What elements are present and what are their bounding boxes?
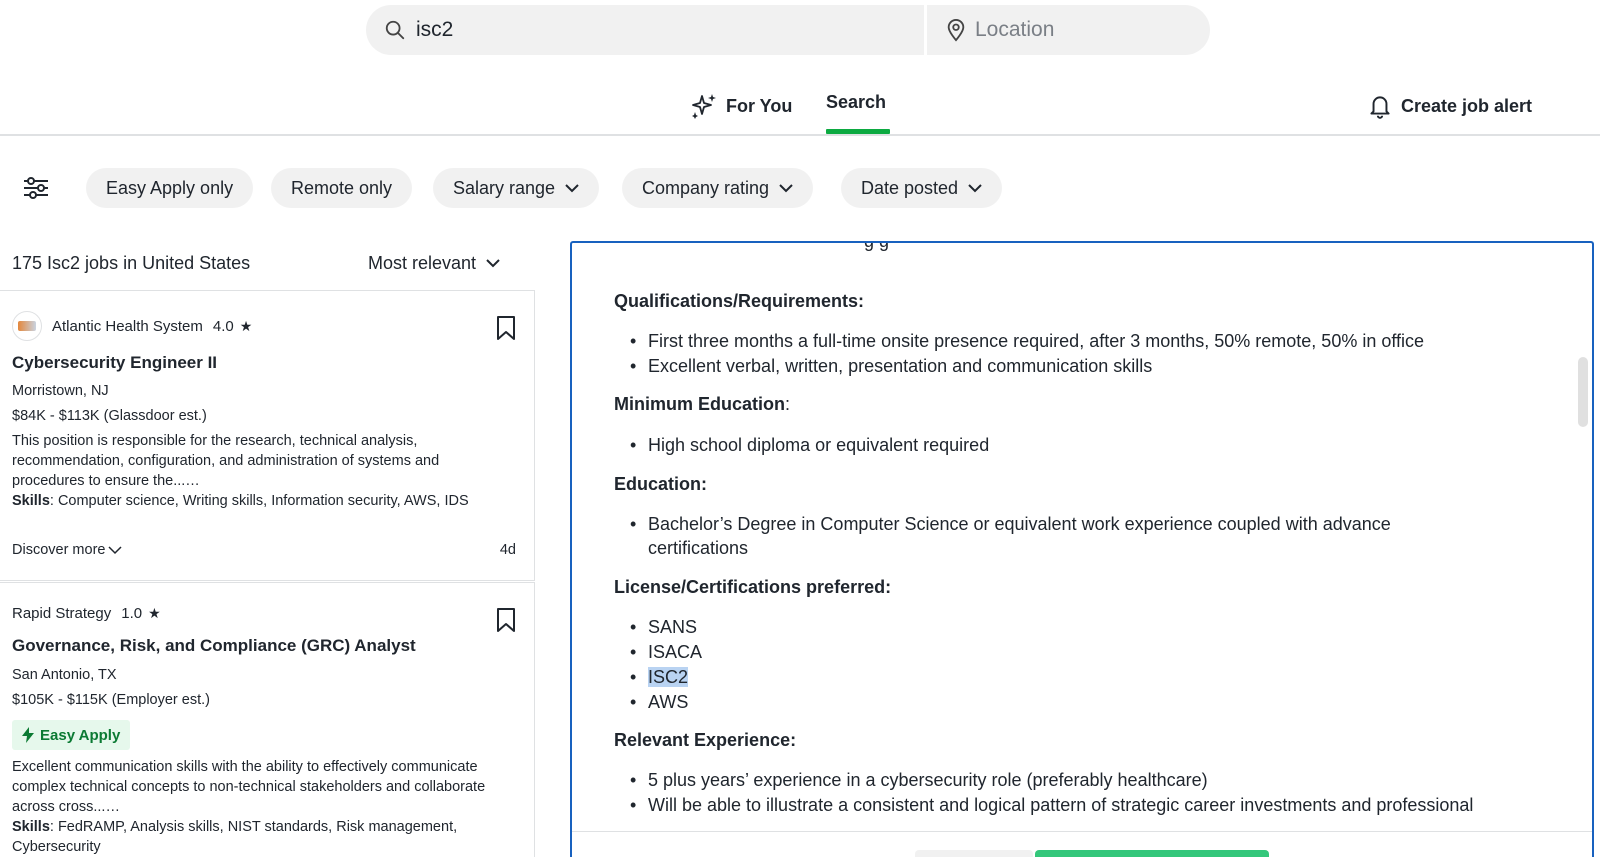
job-description: This position is responsible for the res… [12, 433, 440, 489]
chevron-down-icon [565, 183, 579, 192]
search-icon [385, 20, 405, 40]
education-heading: Education: [614, 474, 707, 494]
list-item: ISC2 [630, 665, 1528, 689]
company-rating: 4.0 [212, 317, 234, 335]
job-age: 4d [499, 542, 516, 558]
tabs-bar: For You Search Create job alert [0, 78, 1600, 136]
skills-list: : Computer science, Writing skills, Info… [49, 493, 469, 509]
list-item: SANS [630, 615, 1528, 639]
filter-company-rating-label: Company rating [642, 177, 770, 198]
filter-date-posted[interactable]: Date posted [841, 168, 1003, 208]
location-placeholder: Location [975, 18, 1055, 41]
filter-easy-apply-label: Easy Apply only [106, 177, 234, 198]
filter-salary-range[interactable]: Salary range [433, 168, 600, 208]
apply-button[interactable] [1035, 850, 1269, 857]
job-location: San Antonio, TX [12, 667, 117, 683]
create-job-alert-button[interactable]: Create job alert [1367, 92, 1532, 120]
search-input[interactable]: isc2 [366, 5, 927, 55]
discover-more-button[interactable]: Discover more [12, 542, 122, 558]
min-education-colon: : [785, 394, 791, 414]
filter-salary-range-label: Salary range [453, 177, 556, 198]
license-heading: License/Certifications preferred: [614, 577, 892, 597]
job-card[interactable]: Rapid Strategy 1.0 ★ Governance, Risk, a… [0, 582, 535, 857]
filter-company-rating[interactable]: Company rating [622, 168, 814, 208]
list-item: First three months a full-time onsite pr… [630, 329, 1528, 353]
skills-list: : FedRAMP, Analysis skills, NIST standar… [12, 819, 458, 855]
save-job-button[interactable] [496, 315, 516, 346]
job-location: Morristown, NJ [12, 383, 109, 399]
save-job-button[interactable] [496, 607, 516, 638]
filters-toggle[interactable] [22, 175, 50, 204]
tab-search[interactable]: Search [826, 92, 886, 113]
tab-for-you[interactable]: For You [690, 92, 792, 120]
bookmark-icon [497, 608, 515, 632]
job-detail-pane[interactable]: g g Qualifications/Requirements: First t… [570, 241, 1594, 857]
job-skills: Skills: Computer science, Writing skills… [12, 491, 487, 511]
star-icon: ★ [148, 605, 161, 621]
bookmark-icon [497, 316, 515, 340]
min-education-title: Minimum Education [614, 394, 785, 414]
company-name: Atlantic Health System [52, 317, 203, 335]
easy-apply-label: Easy Apply [40, 726, 121, 744]
tab-search-label: Search [826, 92, 887, 112]
sliders-icon [24, 177, 48, 199]
min-education-heading: Minimum Education: [614, 394, 790, 415]
bell-icon [1370, 96, 1390, 119]
secondary-action-button[interactable] [915, 850, 1033, 857]
job-salary: $84K - $113K (Glassdoor est.) [12, 408, 207, 424]
star-icon: ★ [239, 317, 253, 334]
company-name: Rapid Strategy [12, 605, 112, 622]
location-pin-icon [947, 19, 965, 42]
list-item: AWS [630, 690, 1528, 714]
list-item: Will be able to illustrate a consistent … [630, 793, 1528, 817]
filter-remote-only[interactable]: Remote only [271, 168, 413, 208]
skills-label: Skills [12, 493, 50, 509]
company-logo [12, 311, 42, 341]
job-title[interactable]: Governance, Risk, and Compliance (GRC) A… [12, 636, 416, 656]
job-description: Excellent communication skills with the … [12, 759, 486, 815]
lightning-icon [22, 727, 34, 743]
list-item: Excellent verbal, written, presentation … [630, 354, 1528, 378]
company-row: Rapid Strategy 1.0 ★ [12, 605, 161, 622]
chevron-down-icon [779, 183, 793, 192]
job-title[interactable]: Cybersecurity Engineer II [12, 353, 217, 373]
list-item: ISACA [630, 640, 1528, 664]
search-query: isc2 [416, 18, 454, 41]
job-card[interactable]: Atlantic Health System 4.0 ★ Cybersecuri… [0, 290, 535, 581]
sort-dropdown[interactable]: Most relevant [368, 253, 500, 274]
filter-easy-apply[interactable]: Easy Apply only [86, 168, 254, 208]
location-input[interactable]: Location [927, 5, 1210, 55]
easy-apply-badge: Easy Apply [12, 720, 131, 750]
tab-for-you-label: For You [726, 95, 793, 116]
company-row: Atlantic Health System 4.0 ★ [12, 311, 252, 341]
chevron-down-icon [486, 259, 500, 268]
list-item: High school diploma or equivalent requir… [630, 433, 1528, 457]
job-skills: Skills: FedRAMP, Analysis skills, NIST s… [12, 817, 487, 857]
job-salary: $105K - $115K (Employer est.) [12, 692, 210, 708]
clipped-text: g g [864, 241, 890, 251]
search-bar: isc2 Location [366, 5, 1210, 55]
skills-label: Skills [12, 819, 50, 835]
active-tab-indicator [826, 129, 890, 134]
chevron-down-icon [968, 183, 982, 192]
filter-remote-only-label: Remote only [291, 177, 393, 198]
sparkle-icon [692, 94, 716, 119]
create-job-alert-label: Create job alert [1401, 95, 1533, 116]
sort-label: Most relevant [368, 253, 477, 273]
list-item: Bachelor’s Degree in Computer Science or… [630, 512, 1448, 560]
list-item: 5 plus years’ experience in a cybersecur… [630, 768, 1528, 792]
scrollbar-thumb[interactable] [1578, 357, 1588, 427]
discover-more-label: Discover more [12, 542, 106, 558]
experience-heading: Relevant Experience: [614, 730, 797, 750]
filter-date-posted-label: Date posted [861, 177, 959, 198]
results-count: 175 Isc2 jobs in United States [12, 253, 251, 273]
highlighted-text: ISC2 [648, 667, 689, 687]
company-rating: 1.0 [121, 605, 143, 622]
qualifications-heading: Qualifications/Requirements: [614, 291, 865, 311]
chevron-down-icon [108, 545, 122, 554]
